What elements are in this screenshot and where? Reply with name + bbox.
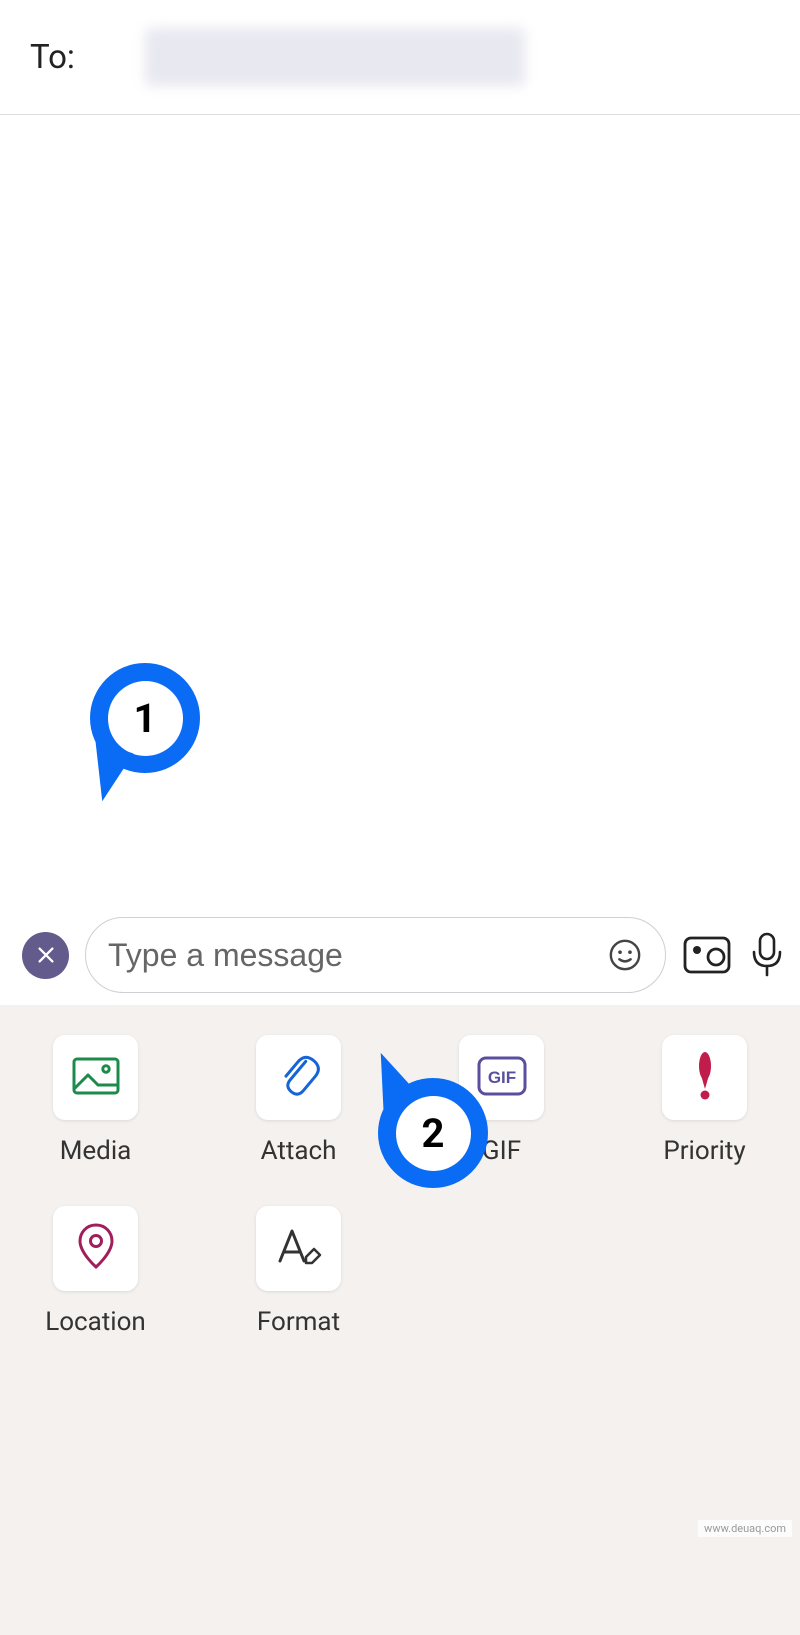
- annotation-number: 1: [108, 681, 183, 756]
- annotation-number: 2: [396, 1096, 471, 1171]
- emoji-icon: [608, 938, 642, 972]
- annotation-callout-2: 2: [378, 1078, 488, 1188]
- action-label: Location: [45, 1307, 146, 1337]
- action-item-priority[interactable]: Priority: [653, 1035, 756, 1166]
- action-item-attach[interactable]: Attach: [247, 1035, 350, 1166]
- action-label: Attach: [261, 1136, 337, 1166]
- message-input-container: [85, 917, 666, 993]
- priority-icon-card: [662, 1035, 747, 1120]
- location-icon-card: [53, 1206, 138, 1291]
- watermark: www.deuaq.com: [698, 1520, 792, 1537]
- close-icon: [35, 944, 57, 966]
- media-icon-card: [53, 1035, 138, 1120]
- to-label: To:: [30, 38, 75, 77]
- location-icon: [77, 1223, 115, 1275]
- microphone-button[interactable]: [748, 931, 786, 979]
- format-icon: [274, 1225, 324, 1273]
- action-label: Format: [257, 1307, 340, 1337]
- action-label: Media: [60, 1136, 132, 1166]
- emoji-button[interactable]: [607, 937, 643, 973]
- microphone-icon: [748, 931, 786, 979]
- svg-text:GIF: GIF: [487, 1068, 515, 1087]
- priority-icon: [695, 1051, 715, 1105]
- attach-icon: [277, 1054, 321, 1102]
- gif-icon: GIF: [477, 1056, 527, 1100]
- action-label: Priority: [663, 1136, 745, 1166]
- conversation-area: 1: [0, 115, 800, 905]
- attach-icon-card: [256, 1035, 341, 1120]
- message-input-row: [0, 905, 800, 1005]
- format-icon-card: [256, 1206, 341, 1291]
- annotation-callout-1: 1: [90, 663, 200, 773]
- action-item-media[interactable]: Media: [44, 1035, 147, 1166]
- camera-button[interactable]: [682, 935, 732, 975]
- action-label: GIF: [482, 1136, 521, 1166]
- close-button[interactable]: [22, 932, 69, 979]
- media-icon: [72, 1057, 120, 1099]
- camera-icon: [682, 935, 732, 975]
- to-header: To:: [0, 0, 800, 115]
- recipient-chip[interactable]: [145, 28, 525, 86]
- action-item-location[interactable]: Location: [44, 1206, 147, 1337]
- message-input[interactable]: [108, 937, 607, 974]
- action-item-format[interactable]: Format: [247, 1206, 350, 1337]
